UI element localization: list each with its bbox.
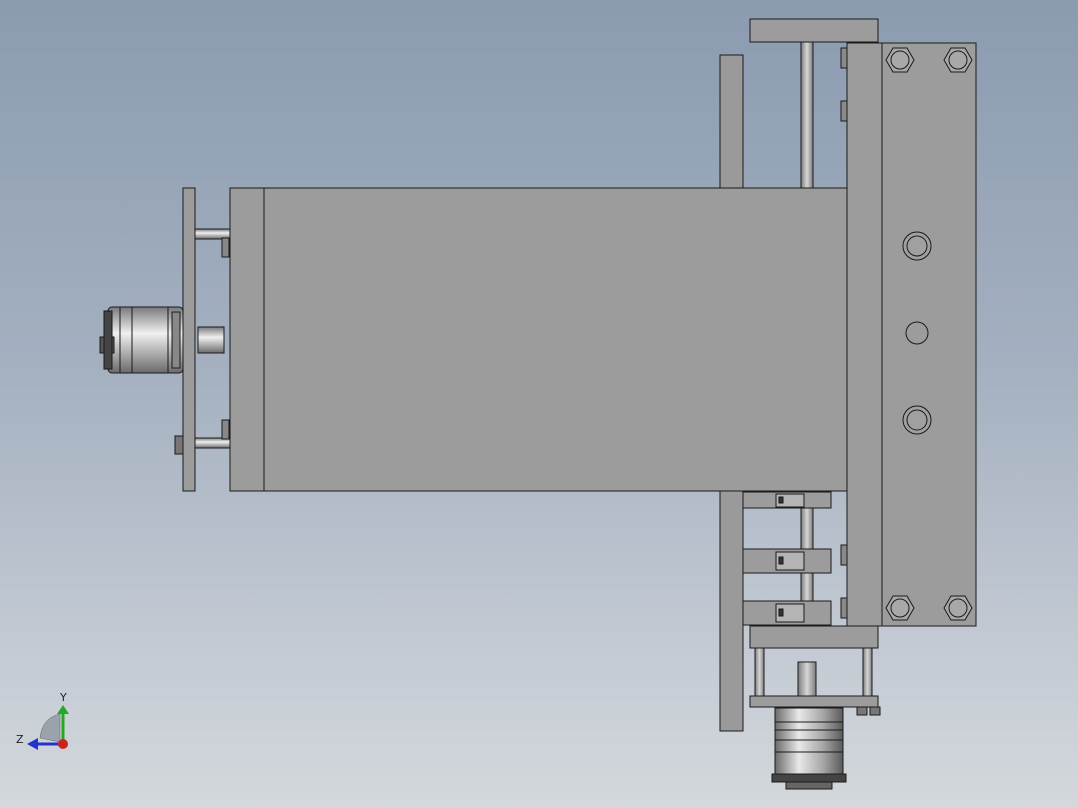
y-axis-label: Y <box>59 691 67 704</box>
main-body-block <box>229 187 848 492</box>
coordinate-triad: Y Z <box>16 691 69 750</box>
rod-nut <box>221 237 230 258</box>
z-axis-label: Z <box>16 733 24 746</box>
coupling <box>797 661 817 697</box>
bottom-stepper-motor <box>771 707 847 790</box>
assembly-model[interactable]: Y Z <box>0 0 1078 808</box>
slider-block-1 <box>742 491 832 509</box>
slider-block-3 <box>742 600 832 626</box>
socket-screw <box>902 405 932 435</box>
rod-nut <box>221 419 230 440</box>
nut <box>856 706 868 716</box>
nut <box>869 706 881 716</box>
standoff-left <box>754 647 765 697</box>
side-coupling <box>197 326 225 354</box>
bottom-cap-plate <box>749 625 879 649</box>
cad-viewport[interactable]: Y Z <box>0 0 1078 808</box>
rod-nut <box>174 435 184 455</box>
top-cap-plate <box>749 18 879 43</box>
x-axis-dot <box>58 739 68 749</box>
slider-block-2 <box>742 548 832 574</box>
mounting-hole <box>905 321 929 345</box>
guide-rod-upper <box>800 41 814 189</box>
left-stepper-motor <box>99 306 184 374</box>
left-end-plate <box>182 187 196 492</box>
motor-flange-plate <box>749 695 879 708</box>
standoff-right <box>862 647 873 697</box>
socket-screw <box>902 231 932 261</box>
